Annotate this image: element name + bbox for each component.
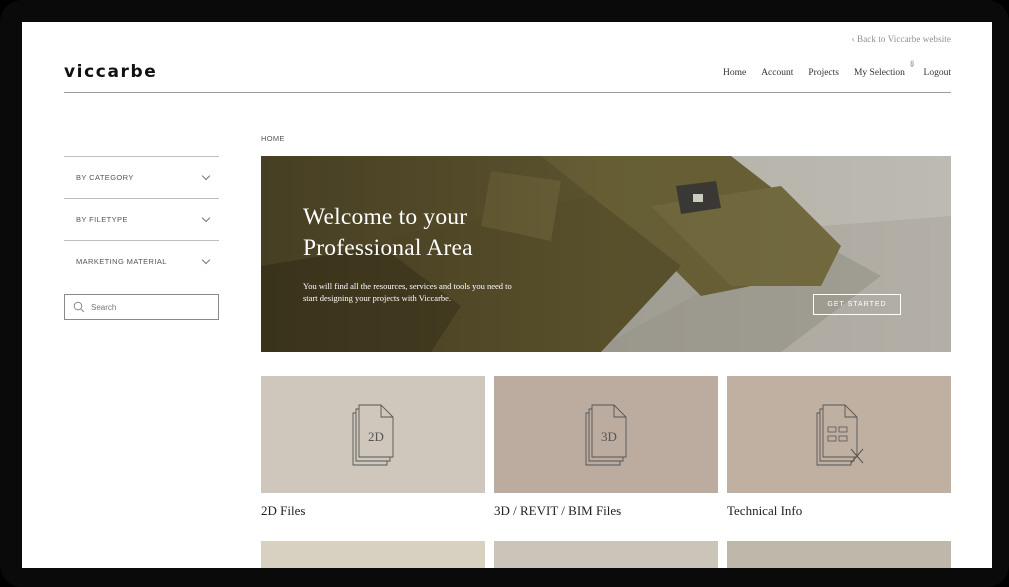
device-frame: ‹ Back to Viccarbe website viccarbe Home… [0,0,1009,587]
hero-description: You will find all the resources, service… [303,281,512,303]
2d-file-icon: 2D [352,404,394,465]
card-tile: 2D [261,376,485,493]
hero-title: Welcome to your Professional Area [303,202,473,264]
header-divider [64,92,951,93]
filter-sidebar: BY CATEGORY BY FILETYPE MARKETING MATERI… [64,156,219,320]
filter-label: MARKETING MATERIAL [76,257,167,266]
card-tile-row2-1[interactable] [261,541,485,568]
nav-logout[interactable]: Logout [924,68,951,79]
card-3d-revit-bim-files[interactable]: 3D 3D / REVIT / BIM Files [494,376,718,519]
breadcrumb[interactable]: HOME [261,134,285,143]
card-tile-row2-2[interactable] [494,541,718,568]
hero-banner: Welcome to your Professional Area You wi… [261,156,951,352]
viccarbe-logo[interactable]: viccarbe [64,62,157,82]
filter-label: BY FILETYPE [76,215,128,224]
svg-text:2D: 2D [368,429,384,444]
card-tile [727,376,951,493]
get-started-button[interactable]: GET STARTED [813,294,901,315]
3d-file-icon: 3D [585,404,627,465]
filter-marketing-material[interactable]: MARKETING MATERIAL [64,240,219,282]
browser-viewport: ‹ Back to Viccarbe website viccarbe Home… [22,22,992,568]
back-to-website-link[interactable]: ‹ Back to Viccarbe website [852,34,951,44]
search-icon [73,301,85,313]
card-label: 2D Files [261,503,306,518]
nav-home[interactable]: Home [723,68,746,79]
technical-drawing-icon [816,404,864,465]
search-input[interactable] [89,301,213,313]
nav-account[interactable]: Account [761,68,793,79]
card-label: 3D / REVIT / BIM Files [494,503,622,518]
main-nav: Home Account Projects My Selection 0 Logo… [723,60,951,79]
selection-count-badge: 0 [909,60,914,67]
nav-my-selection[interactable]: My Selection 0 [853,60,914,79]
filter-by-category[interactable]: BY CATEGORY [64,156,219,198]
card-2d-files[interactable]: 2D 2D Files [261,376,485,519]
card-tile: 3D [494,376,718,493]
chevron-down-icon [201,255,211,264]
chevron-down-icon [201,213,211,222]
chevron-down-icon [201,171,211,180]
nav-my-selection-label: My Selection [853,68,905,78]
hero-title-line2: Professional Area [303,235,473,261]
filter-by-filetype[interactable]: BY FILETYPE [64,198,219,240]
card-technical-info[interactable]: Technical Info [727,376,951,519]
svg-text:3D: 3D [601,429,617,444]
card-label: Technical Info [727,503,803,518]
hero-title-line1: Welcome to your [303,204,468,230]
card-tile-row2-3[interactable] [727,541,951,568]
nav-projects[interactable]: Projects [808,68,839,79]
filter-label: BY CATEGORY [76,173,134,182]
search-box [64,294,219,320]
